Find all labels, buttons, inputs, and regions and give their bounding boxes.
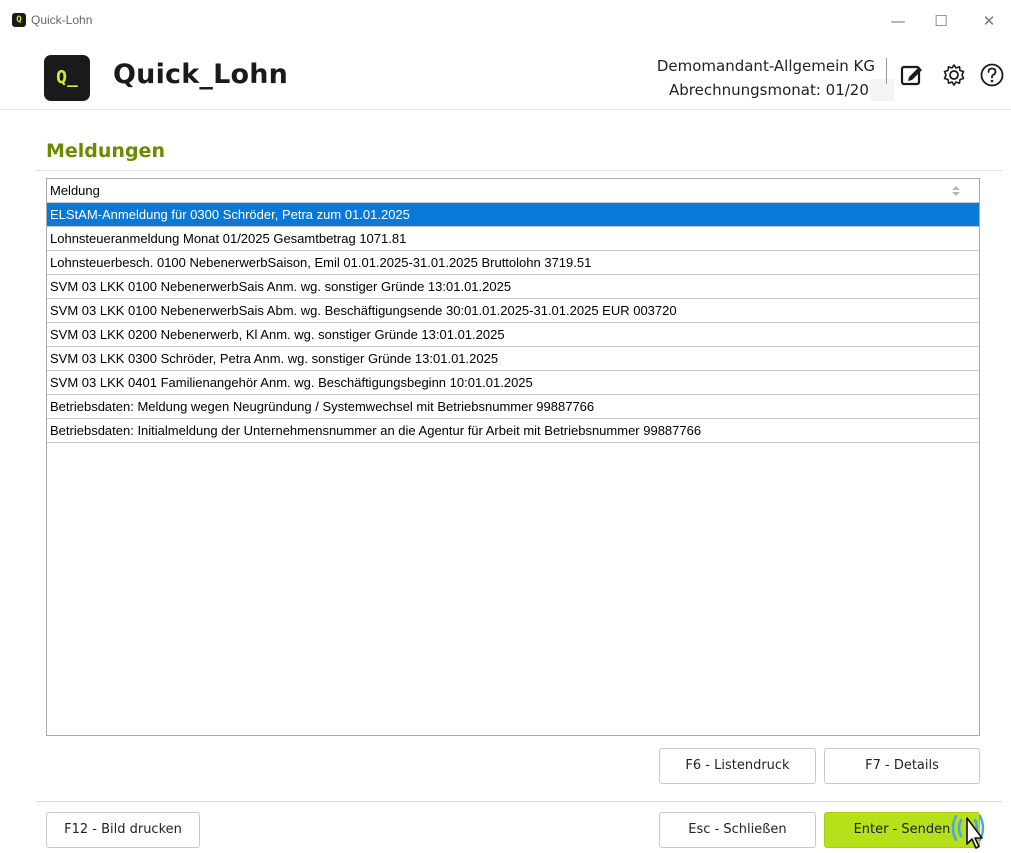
cursor-click-icon — [951, 814, 985, 849]
column-header-meldung[interactable]: Meldung — [47, 179, 979, 203]
table-row[interactable]: ELStAM-Anmeldung für 0300 Schröder, Petr… — [47, 203, 979, 227]
table-row[interactable]: SVM 03 LKK 0300 Schröder, Petra Anm. wg.… — [47, 347, 979, 371]
table-row[interactable]: SVM 03 LKK 0100 NebenerwerbSais Abm. wg.… — [47, 299, 979, 323]
help-icon[interactable] — [979, 62, 1005, 88]
footer-divider — [36, 801, 1002, 802]
section-divider — [36, 170, 1002, 171]
table-row[interactable]: Lohnsteuerbesch. 0100 NebenerwerbSaison,… — [47, 251, 979, 275]
table-row[interactable]: Lohnsteueranmeldung Monat 01/2025 Gesamt… — [47, 227, 979, 251]
details-button[interactable]: F7 - Details — [824, 748, 980, 784]
edit-icon[interactable] — [899, 62, 925, 88]
billing-period: Abrechnungsmonat: 01/2025 — [669, 81, 869, 99]
maximize-button[interactable]: ☐ — [918, 8, 964, 34]
table-row[interactable]: Betriebsdaten: Initialmeldung der Untern… — [47, 419, 979, 443]
table-row[interactable]: SVM 03 LKK 0401 Familienangehör Anm. wg.… — [47, 371, 979, 395]
sort-icon[interactable] — [951, 185, 961, 197]
client-name: Demomandant-Allgemein KG — [656, 57, 875, 75]
period-overlay — [870, 79, 894, 101]
close-button[interactable]: Esc - Schließen — [659, 812, 816, 848]
header-divider — [886, 58, 887, 84]
window-titlebar: Q Quick-Lohn — ☐ ✕ — [0, 0, 1011, 40]
close-window-button[interactable]: ✕ — [966, 8, 1011, 34]
print-screen-button[interactable]: F12 - Bild drucken — [46, 812, 200, 848]
minimize-button[interactable]: — — [875, 8, 921, 34]
table-row[interactable]: SVM 03 LKK 0100 NebenerwerbSais Anm. wg.… — [47, 275, 979, 299]
app-icon: Q — [12, 13, 26, 27]
list-print-button[interactable]: F6 - Listendruck — [659, 748, 816, 784]
page-title: Meldungen — [46, 140, 165, 162]
table-row[interactable]: SVM 03 LKK 0200 Nebenerwerb, Kl Anm. wg.… — [47, 323, 979, 347]
app-logo: Q_ — [44, 55, 90, 101]
messages-table[interactable]: Meldung ELStAM-Anmeldung für 0300 Schröd… — [46, 178, 980, 736]
gear-icon[interactable] — [941, 62, 967, 88]
header-divider-line — [0, 109, 1011, 110]
table-row[interactable]: Betriebsdaten: Meldung wegen Neugründung… — [47, 395, 979, 419]
app-name: Quick_Lohn — [113, 59, 289, 90]
window-title: Quick-Lohn — [31, 13, 93, 27]
column-header-label: Meldung — [50, 183, 100, 198]
